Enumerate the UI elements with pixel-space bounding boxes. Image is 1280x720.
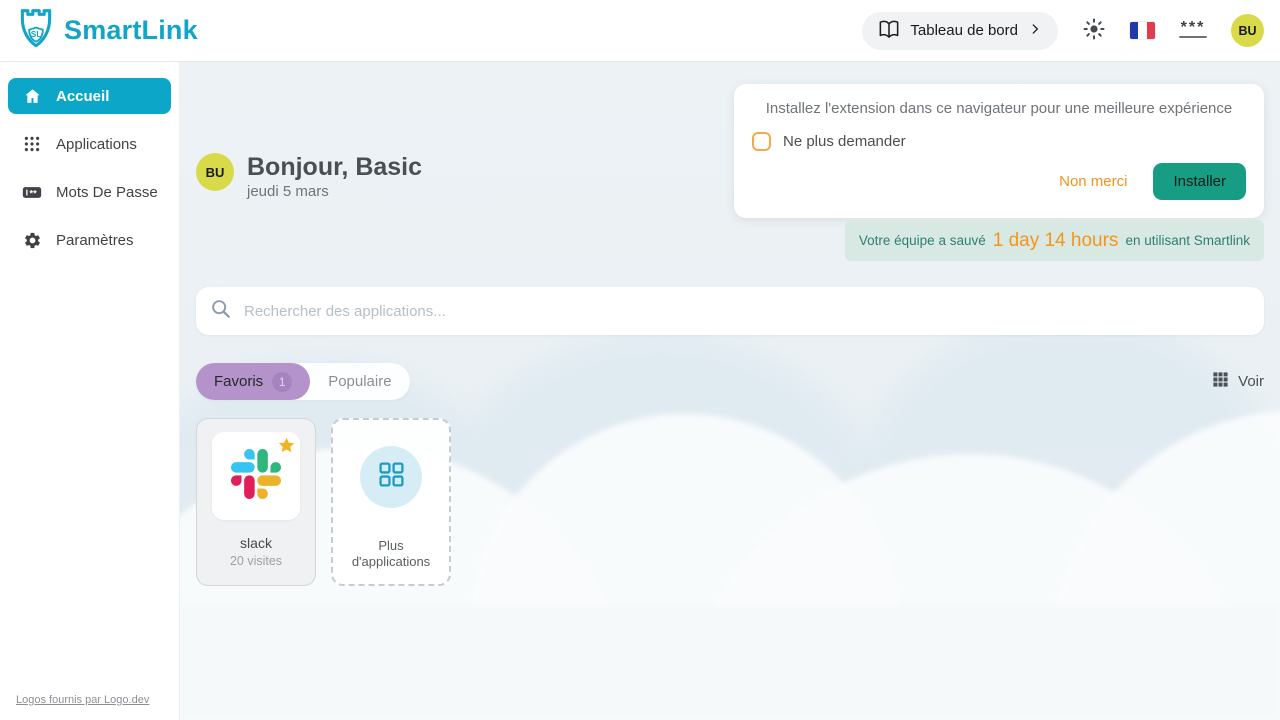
extension-message: Installez l'extension dans ce navigateur…: [752, 100, 1246, 117]
favorite-apps-grid: slack 20 visites Plus d'applications: [196, 418, 451, 586]
password-quick-access-button[interactable]: ***: [1179, 23, 1207, 38]
tab-populaire[interactable]: Populaire: [310, 363, 409, 400]
time-saved-suffix: en utilisant Smartlink: [1125, 233, 1250, 248]
gear-icon: [22, 230, 42, 250]
app-tile: [212, 432, 300, 520]
tab-favoris-label: Favoris: [214, 373, 263, 390]
app-card-slack[interactable]: slack 20 visites: [196, 418, 316, 586]
brand-name: SmartLink: [64, 15, 198, 46]
slack-logo-icon: [231, 449, 281, 504]
tabs-row: Favoris 1 Populaire: [196, 363, 1264, 400]
top-header: SL SmartLink Tableau de bord: [0, 0, 1280, 62]
grid-2x2-icon: [378, 461, 405, 493]
greeting-title: Bonjour, Basic: [247, 153, 422, 181]
grid-9-dots-icon: [22, 134, 42, 154]
language-flag-button[interactable]: [1130, 22, 1155, 39]
view-toggle-button[interactable]: Voir: [1212, 371, 1264, 392]
app-visit-count: 20 visites: [230, 554, 282, 568]
more-apps-label: Plus d'applications: [348, 538, 434, 570]
dont-ask-again-checkbox[interactable]: [752, 132, 771, 151]
svg-text:SL: SL: [31, 30, 41, 39]
decline-install-button[interactable]: Non merci: [1059, 173, 1127, 190]
theme-toggle-button[interactable]: [1082, 17, 1106, 44]
svg-text:**: **: [30, 188, 38, 198]
greeting-avatar: BU: [196, 153, 234, 191]
smartlink-dashboard: SL SmartLink Tableau de bord: [0, 0, 1280, 720]
time-saved-banner: Votre équipe a sauvé 1 day 14 hours en u…: [845, 220, 1264, 261]
tab-favoris[interactable]: Favoris 1: [196, 363, 310, 400]
asterisks-icon: ***: [1179, 23, 1207, 38]
time-saved-prefix: Votre équipe a sauvé: [859, 233, 986, 248]
search-input[interactable]: [244, 303, 1250, 320]
sidebar-item-accueil[interactable]: Accueil: [8, 78, 171, 114]
sidebar-item-parametres[interactable]: Paramètres: [8, 222, 171, 258]
sidebar-item-label: Accueil: [56, 88, 109, 105]
dashboard-button[interactable]: Tableau de bord: [862, 12, 1058, 50]
app-logo: SL SmartLink: [16, 6, 198, 55]
open-book-icon: [878, 19, 900, 43]
french-flag-icon: [1130, 22, 1155, 39]
home-icon: [22, 86, 42, 106]
install-extension-button[interactable]: Installer: [1153, 163, 1246, 200]
extension-install-card: Installez l'extension dans ce navigateur…: [734, 84, 1264, 218]
sidebar-item-label: Applications: [56, 136, 137, 153]
sidebar-item-label: Paramètres: [56, 232, 134, 249]
tab-populaire-label: Populaire: [328, 373, 391, 390]
app-name: slack: [240, 535, 272, 551]
password-field-icon: **: [22, 182, 42, 202]
greeting-block: BU Bonjour, Basic jeudi 5 mars: [196, 153, 422, 200]
favoris-count-badge: 1: [272, 372, 292, 392]
sun-icon: [1082, 17, 1106, 44]
favorite-star-icon: [277, 436, 296, 455]
greeting-date: jeudi 5 mars: [247, 183, 422, 200]
category-tabs: Favoris 1 Populaire: [196, 363, 410, 400]
more-apps-card[interactable]: Plus d'applications: [331, 418, 451, 586]
header-actions: Tableau de bord: [862, 12, 1264, 50]
sidebar-item-mots-de-passe[interactable]: ** Mots De Passe: [8, 174, 171, 210]
grid-view-icon: [1212, 371, 1229, 392]
user-avatar[interactable]: BU: [1231, 14, 1264, 47]
main-content: BU Bonjour, Basic jeudi 5 mars Installez…: [180, 62, 1280, 720]
sidebar-item-applications[interactable]: Applications: [8, 126, 171, 162]
sidebar: Accueil Applications **: [0, 62, 180, 720]
search-icon: [210, 298, 232, 325]
logo-attribution-link[interactable]: Logos fournis par Logo.dev: [16, 694, 149, 706]
app-search-bar: [196, 287, 1264, 335]
chevron-right-icon: [1028, 22, 1042, 40]
view-label: Voir: [1238, 373, 1264, 390]
sidebar-item-label: Mots De Passe: [56, 184, 158, 201]
dont-ask-again-label: Ne plus demander: [783, 133, 906, 150]
dashboard-button-label: Tableau de bord: [910, 22, 1018, 39]
more-apps-circle: [360, 446, 422, 508]
time-saved-value: 1 day 14 hours: [993, 230, 1119, 252]
shield-castle-logo-icon: SL: [16, 6, 56, 55]
